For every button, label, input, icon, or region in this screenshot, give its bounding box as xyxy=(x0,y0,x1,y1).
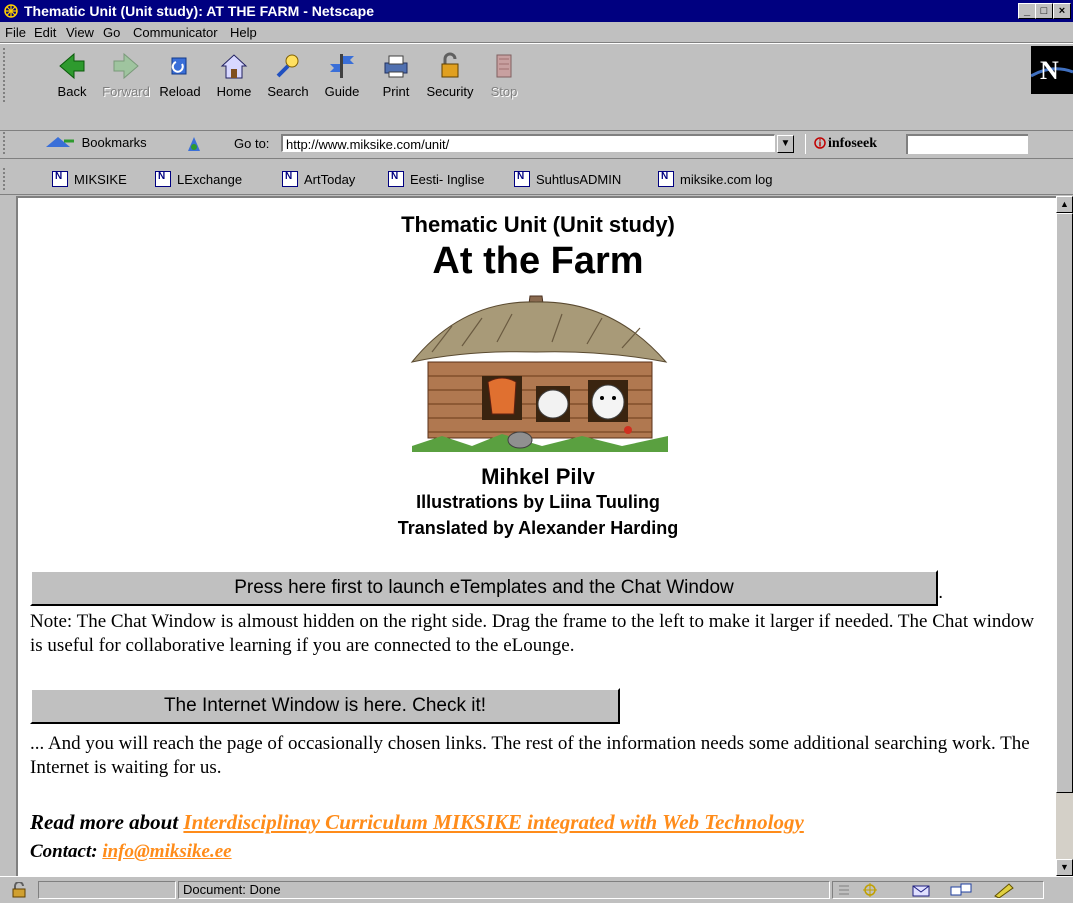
window-title: Thematic Unit (Unit study): AT THE FARM … xyxy=(24,3,375,19)
security-status-icon[interactable] xyxy=(10,882,28,898)
back-arrow-icon xyxy=(59,52,85,80)
back-button[interactable]: Back xyxy=(46,46,98,106)
discussion-component-icon[interactable] xyxy=(949,882,973,898)
vertical-scrollbar[interactable]: ▲ ▼ xyxy=(1056,196,1073,876)
translator-credit: Translated by Alexander Harding xyxy=(397,518,679,538)
infoseek-search-input[interactable] xyxy=(906,134,1028,154)
infoseek-icon xyxy=(814,137,826,149)
contact-label: Contact: xyxy=(30,841,98,862)
read-more-line: Read more about Interdisciplinay Curricu… xyxy=(30,810,1045,834)
menu-help[interactable]: Help xyxy=(230,25,257,40)
progress-field xyxy=(38,881,176,899)
location-grip[interactable] xyxy=(3,132,11,154)
personal-link-arttoday[interactable]: ArtToday xyxy=(282,171,355,187)
curriculum-link[interactable]: Interdisciplinay Curriculum MIKSIKE inte… xyxy=(183,810,803,834)
launch-etemplates-button[interactable]: Press here first to launch eTemplates an… xyxy=(30,570,938,606)
personal-link-suhtlusadmin[interactable]: SuhtlusADMIN xyxy=(514,171,621,187)
bookmarks-button[interactable]: Bookmarks xyxy=(44,133,147,153)
scroll-up-button[interactable]: ▲ xyxy=(1056,196,1073,213)
launch-button-trailing-period: . xyxy=(938,582,944,603)
read-more-label: Read more about xyxy=(30,810,179,834)
url-history-dropdown[interactable]: ▼ xyxy=(777,135,794,153)
contact-line: Contact: info@miksike.ee xyxy=(30,840,1045,864)
goto-label: Go to: xyxy=(234,136,270,151)
guide-icon xyxy=(330,54,354,78)
bookmark-page-icon xyxy=(514,171,530,187)
menu-file[interactable]: File xyxy=(5,25,26,40)
grip-lines-icon xyxy=(839,885,849,895)
illustrator-credit: Illustrations by Liina Tuuling xyxy=(416,492,660,512)
author-name: Mihkel Pilv xyxy=(481,464,595,489)
component-bar xyxy=(832,881,1044,899)
netscape-app-icon xyxy=(4,4,18,18)
page-title: At the Farm xyxy=(432,240,644,282)
menu-communicator[interactable]: Communicator xyxy=(133,25,218,40)
internet-window-button[interactable]: The Internet Window is here. Check it! xyxy=(30,688,620,724)
composer-component-icon[interactable] xyxy=(993,882,1015,898)
contact-email-link[interactable]: info@miksike.ee xyxy=(102,841,231,862)
bookmark-page-icon xyxy=(155,171,171,187)
netscape-n-logo[interactable]: N xyxy=(1030,46,1073,94)
personal-link-miksike-log[interactable]: miksike.com log xyxy=(658,171,772,187)
page-subtitle: Thematic Unit (Unit study) xyxy=(401,212,675,237)
farm-barn-illustration xyxy=(410,295,668,452)
personal-link-miksike[interactable]: MIKSIKE xyxy=(52,171,127,187)
personal-toolbar: MIKSIKE LExchange ArtToday Eesti- Inglis… xyxy=(0,166,1073,195)
reload-icon xyxy=(171,57,187,75)
scroll-down-button[interactable]: ▼ xyxy=(1056,859,1073,876)
home-icon xyxy=(220,54,248,79)
bookmark-page-icon xyxy=(282,171,298,187)
chat-window-note: Note: The Chat Window is almoust hidden … xyxy=(30,611,1035,656)
window-titlebar[interactable]: Thematic Unit (Unit study): AT THE FARM … xyxy=(0,0,1073,22)
mail-component-icon[interactable] xyxy=(911,882,931,898)
status-bar: Document: Done xyxy=(0,876,1073,903)
search-button[interactable]: Search xyxy=(262,46,314,106)
minimize-button[interactable]: _ xyxy=(1018,3,1036,19)
guide-button[interactable]: Guide xyxy=(316,46,368,106)
security-button[interactable]: Security xyxy=(424,46,476,106)
menu-bar: File Edit View Go Communicator Help xyxy=(0,22,1073,43)
bookmark-page-icon xyxy=(658,171,674,187)
scroll-thumb[interactable] xyxy=(1056,213,1073,793)
url-input[interactable]: http://www.miksike.com/unit/ xyxy=(281,134,775,152)
reload-button[interactable]: Reload xyxy=(154,46,206,106)
print-button[interactable]: Print xyxy=(370,46,422,106)
content-gutter xyxy=(0,196,16,876)
padlock-icon xyxy=(441,52,459,78)
personal-link-lexchange[interactable]: LExchange xyxy=(155,171,242,187)
home-button[interactable]: Home xyxy=(208,46,260,106)
stop-button[interactable]: Stop xyxy=(478,46,530,106)
page-proxy-icon[interactable] xyxy=(184,135,204,153)
infoseek-label: infoseek xyxy=(828,136,877,151)
maximize-button[interactable]: □ xyxy=(1035,3,1053,19)
internet-window-note: ... And you will reach the page of occas… xyxy=(30,733,1030,778)
toolbar-grip[interactable] xyxy=(3,48,11,102)
location-toolbar: Bookmarks Go to: http://www.miksike.com/… xyxy=(0,130,1073,159)
stop-icon xyxy=(496,54,512,78)
menu-view[interactable]: View xyxy=(66,25,94,40)
bookmark-page-icon xyxy=(388,171,404,187)
navigator-component-icon[interactable] xyxy=(861,882,879,898)
forward-arrow-icon xyxy=(113,52,139,80)
search-icon xyxy=(276,54,299,78)
bookmark-page-icon xyxy=(52,171,68,187)
personal-grip[interactable] xyxy=(3,168,11,190)
menu-go[interactable]: Go xyxy=(103,25,120,40)
navigation-toolbar: Back Forward Reload Home Search Guide Pr… xyxy=(0,43,1073,131)
infoseek-button[interactable]: infoseek xyxy=(805,134,906,154)
bookmarks-icon xyxy=(46,137,74,147)
svg-text:N: N xyxy=(1040,56,1059,85)
status-text: Document: Done xyxy=(178,881,830,899)
netscape-logo-icon: N xyxy=(1030,46,1073,94)
menu-edit[interactable]: Edit xyxy=(34,25,56,40)
forward-button[interactable]: Forward xyxy=(100,46,152,106)
page-content: Thematic Unit (Unit study) At the Farm M… xyxy=(16,196,1056,876)
printer-icon xyxy=(384,55,408,78)
personal-link-eesti-inglise[interactable]: Eesti- Inglise xyxy=(388,171,484,187)
close-button[interactable]: × xyxy=(1053,3,1071,19)
bookmarks-label: Bookmarks xyxy=(81,135,147,150)
